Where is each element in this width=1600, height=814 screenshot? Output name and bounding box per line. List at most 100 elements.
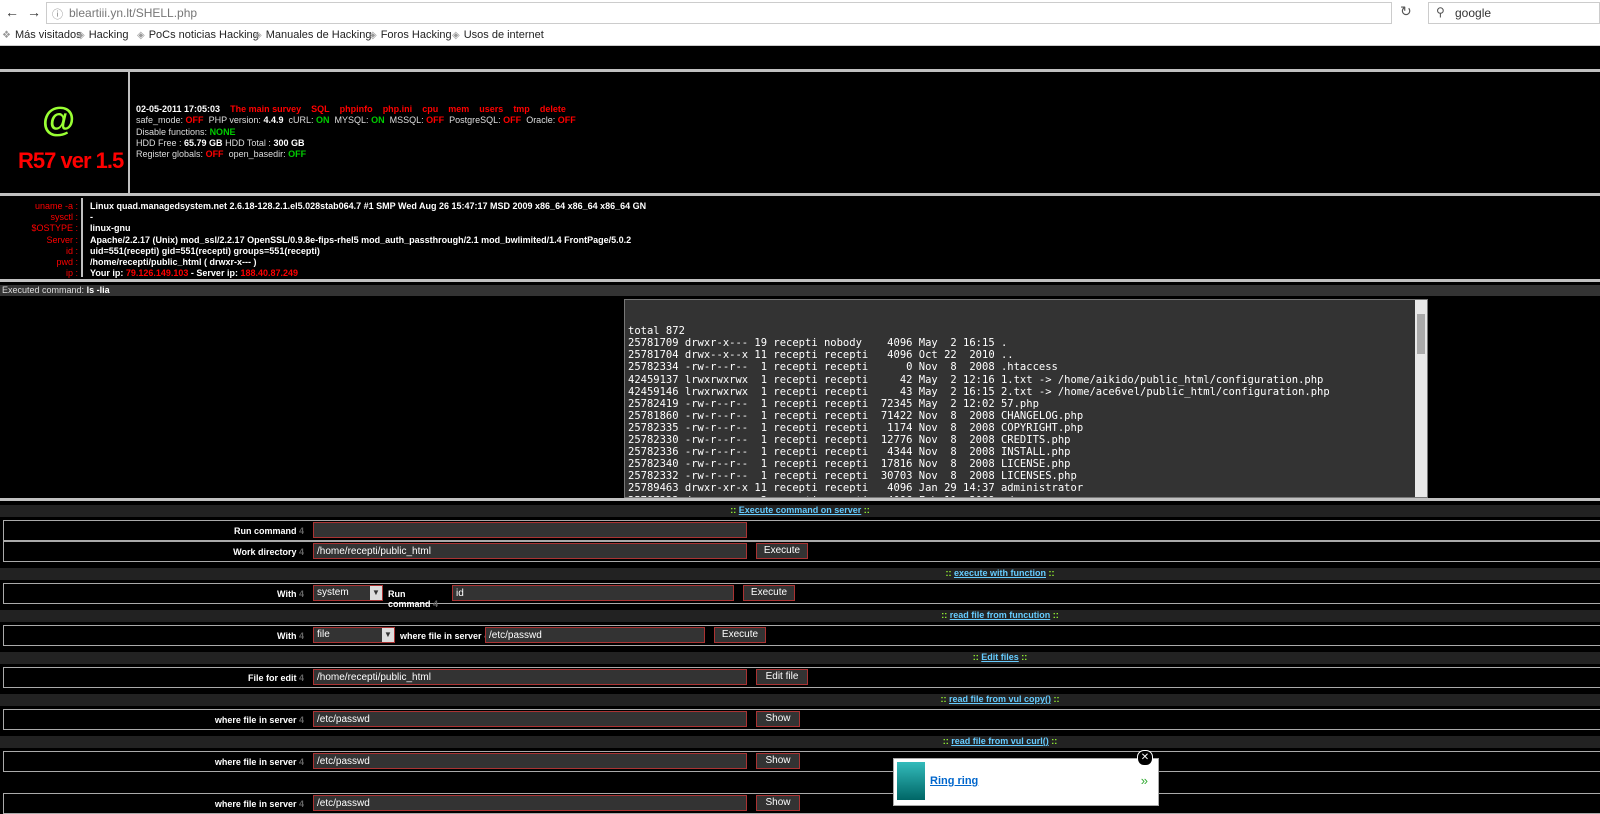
show-button[interactable]: Show bbox=[756, 753, 800, 769]
reload-icon[interactable]: ↻ bbox=[1400, 3, 1412, 20]
work-directory-input[interactable]: /home/recepti/public_html bbox=[313, 543, 747, 559]
ring-ring-link[interactable]: Ring ring bbox=[930, 775, 978, 787]
execute-button[interactable]: Execute bbox=[714, 627, 766, 643]
edit-file-button[interactable]: Edit file bbox=[756, 669, 808, 685]
read-copy-row: where file in server 4 /etc/passwd Show bbox=[3, 709, 1600, 730]
address-bar[interactable]: ⓘ bleartiii.yn.lt/SHELL.php bbox=[46, 2, 1392, 24]
run-command-row: Run command 4 bbox=[3, 520, 1600, 541]
menu-phpinfo[interactable]: phpinfo bbox=[340, 104, 373, 114]
menu-tmp[interactable]: tmp bbox=[513, 104, 530, 114]
read-file-function-link[interactable]: read file from funcution bbox=[950, 610, 1051, 620]
output-line: 42459137 lrwxrwxrwx 1 recepti recepti 42… bbox=[628, 373, 1324, 386]
section-read-copy: :: read file from vul copy() :: bbox=[0, 694, 1600, 706]
with-label: With 4 bbox=[277, 631, 304, 641]
bookmark-manuales[interactable]: ◈ Manuales de Hacking bbox=[254, 29, 372, 41]
notification-popup[interactable]: Ring ring » bbox=[893, 758, 1159, 806]
read-curl-link[interactable]: read file from vul curl() bbox=[951, 736, 1049, 746]
output-line: 25782330 -rw-r--r-- 1 recepti recepti 12… bbox=[628, 434, 1071, 447]
config-line: safe_mode: OFF PHP version: 4.4.9 cURL: … bbox=[136, 115, 576, 126]
output-line: 25782335 -rw-r--r-- 1 recepti recepti 11… bbox=[628, 421, 1084, 434]
edit-file-row: File for edit 4 /home/recepti/public_htm… bbox=[3, 667, 1600, 688]
where-file-input[interactable]: /etc/passwd bbox=[313, 711, 747, 727]
bookmark-mas-visitados[interactable]: ❖ Más visitados bbox=[2, 29, 82, 41]
execute-button[interactable]: Execute bbox=[743, 585, 795, 601]
sysinfo-labels: uname -a : sysctl : $OSTYPE : Server : i… bbox=[0, 201, 78, 279]
search-box[interactable]: ⚲ google bbox=[1428, 2, 1600, 24]
bookmark-hacking[interactable]: ◈ Hacking bbox=[77, 29, 128, 41]
menu-sql[interactable]: SQL bbox=[311, 104, 330, 114]
menu-line: 02-05-2011 17:05:03 The main survey SQL … bbox=[136, 104, 836, 115]
where-file-input[interactable]: /etc/passwd bbox=[313, 753, 747, 769]
where-file-input[interactable]: /etc/passwd bbox=[485, 627, 705, 643]
bookmark-icon: ❖ bbox=[2, 30, 11, 41]
section-execute-command: :: Execute command on server :: bbox=[0, 505, 1600, 517]
header-info: 02-05-2011 17:05:03 The main survey SQL … bbox=[136, 104, 836, 160]
logo-symbol: @ bbox=[42, 101, 76, 139]
back-icon[interactable]: ← bbox=[4, 4, 20, 20]
bookmark-pocs[interactable]: ◈ PoCs noticias Hacking bbox=[137, 29, 259, 41]
section-read-file-function: :: read file from funcution :: bbox=[0, 610, 1600, 622]
tag-icon: ◈ bbox=[77, 30, 85, 41]
menu-phpini[interactable]: php.ini bbox=[383, 104, 413, 114]
tag-icon: ◈ bbox=[452, 30, 460, 41]
menu-users[interactable]: users bbox=[479, 104, 503, 114]
disable-functions-line: Disable functions: NONE bbox=[136, 126, 236, 137]
command-output[interactable]: total 872 25781709 drwxr-x--- 19 recepti … bbox=[624, 299, 1428, 498]
separator bbox=[0, 193, 1600, 196]
label-uname: uname -a : bbox=[34, 201, 78, 211]
output-line: 25782332 -rw-r--r-- 1 recepti recepti 30… bbox=[628, 470, 1077, 483]
section-edit-files: :: Edit files :: bbox=[0, 652, 1600, 664]
hdd-line: HDD Free : 65.79 GB HDD Total : 300 GB bbox=[136, 137, 305, 148]
search-text: google bbox=[1455, 6, 1492, 20]
menu-main-survey[interactable]: The main survey bbox=[230, 104, 301, 114]
bookmark-foros[interactable]: ◈ Foros Hacking bbox=[369, 29, 452, 41]
show-button[interactable]: Show bbox=[756, 795, 800, 811]
work-directory-row: Work directory 4 /home/recepti/public_ht… bbox=[3, 541, 1600, 562]
file-select[interactable]: file ▼ bbox=[313, 627, 395, 643]
globals-line: Register globals: OFF open_basedir: OFF bbox=[136, 149, 307, 160]
close-icon[interactable]: ✕ bbox=[1137, 750, 1153, 766]
run-command-label: Run command 4 bbox=[233, 526, 304, 536]
output-scrollbar[interactable] bbox=[1415, 300, 1427, 497]
where-file-input[interactable]: /etc/passwd bbox=[313, 795, 747, 811]
url-text: bleartiii.yn.lt/SHELL.php bbox=[69, 6, 198, 20]
tag-icon: ◈ bbox=[369, 30, 377, 41]
divider bbox=[128, 72, 130, 193]
read-curl-row: where file in server 4 /etc/passwd Show bbox=[3, 751, 1600, 772]
show-button[interactable]: Show bbox=[756, 711, 800, 727]
chevron-right-icon[interactable]: » bbox=[1141, 773, 1148, 788]
read-copy-link[interactable]: read file from vul copy() bbox=[949, 694, 1051, 704]
tag-icon: ◈ bbox=[254, 30, 262, 41]
menu-delete[interactable]: delete bbox=[540, 104, 566, 114]
read-file-row: With 4 file▼ where file in server 4 /etc… bbox=[3, 625, 1600, 646]
file-for-edit-label: File for edit 4 bbox=[247, 673, 304, 683]
work-directory-label: Work directory 4 bbox=[233, 547, 304, 557]
output-line: total 872 bbox=[628, 325, 685, 338]
separator bbox=[0, 279, 1600, 282]
tag-icon: ◈ bbox=[137, 30, 145, 41]
run-command-input[interactable] bbox=[313, 522, 747, 538]
divider bbox=[81, 198, 83, 277]
info-icon[interactable]: ⓘ bbox=[52, 6, 63, 22]
scroll-thumb[interactable] bbox=[1417, 314, 1425, 354]
value-ip: Your ip: 79.126.149.103 - Server ip: 188… bbox=[90, 268, 299, 279]
output-line: 25789463 drwxr-xr-x 11 recepti recepti 4… bbox=[628, 482, 1084, 495]
read-file-row-3: where file in server 4 /etc/passwd Show bbox=[3, 793, 1600, 814]
edit-files-link[interactable]: Edit files bbox=[981, 652, 1019, 662]
execute-command-link[interactable]: Execute command on server bbox=[739, 505, 862, 515]
separator bbox=[0, 69, 1600, 72]
file-for-edit-input[interactable]: /home/recepti/public_html bbox=[313, 669, 747, 685]
chevron-down-icon: ▼ bbox=[370, 586, 382, 600]
bookmark-usos[interactable]: ◈ Usos de internet bbox=[452, 29, 544, 41]
label-server: Server : bbox=[46, 234, 78, 245]
function-select[interactable]: system ▼ bbox=[313, 585, 383, 601]
forward-icon[interactable]: → bbox=[26, 4, 42, 20]
menu-mem[interactable]: mem bbox=[448, 104, 469, 114]
label-pwd: pwd : bbox=[56, 257, 78, 268]
function-command-input[interactable]: id bbox=[452, 585, 734, 601]
execute-button[interactable]: Execute bbox=[756, 543, 808, 559]
value-server: Apache/2.2.17 (Unix) mod_ssl/2.2.17 Open… bbox=[90, 234, 632, 245]
browser-toolbar: ← → ⓘ bleartiii.yn.lt/SHELL.php ↻ ⚲ goog… bbox=[0, 0, 1600, 26]
menu-cpu[interactable]: cpu bbox=[422, 104, 438, 114]
execute-function-link[interactable]: execute with function bbox=[954, 568, 1046, 578]
